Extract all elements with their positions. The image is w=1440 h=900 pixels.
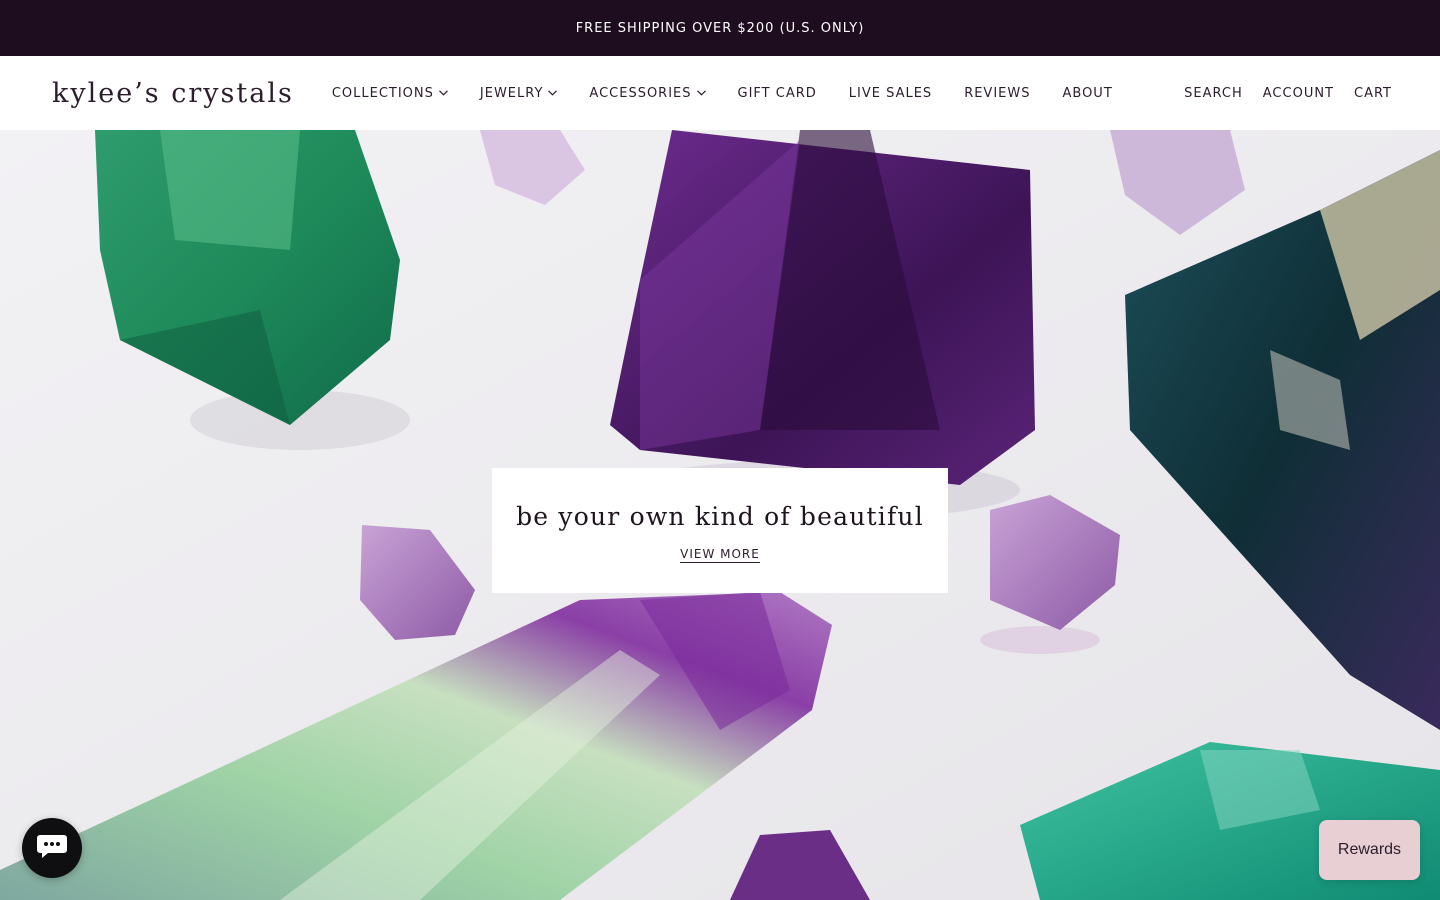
nav-item-label: JEWELRY bbox=[479, 85, 544, 101]
site-header: kylee’s crystals COLLECTIONS JEWELRY ACC… bbox=[0, 56, 1440, 130]
nav-item-label: COLLECTIONS bbox=[331, 85, 434, 101]
nav-item-label: LIVE SALES bbox=[848, 85, 933, 101]
nav-item-collections[interactable]: COLLECTIONS bbox=[332, 86, 448, 101]
chevron-down-icon bbox=[548, 90, 558, 96]
cart-link[interactable]: CART bbox=[1354, 86, 1392, 101]
nav-item-live-sales[interactable]: LIVE SALES bbox=[849, 86, 932, 101]
chevron-down-icon bbox=[696, 90, 706, 96]
hero-headline: be your own kind of beautiful bbox=[516, 502, 924, 531]
hero-caption-box: be your own kind of beautiful VIEW MORE bbox=[492, 468, 948, 593]
site-logo[interactable]: kylee’s crystals bbox=[52, 78, 294, 109]
chevron-down-icon bbox=[438, 90, 448, 96]
nav-item-label: GIFT CARD bbox=[737, 85, 817, 101]
chat-bubble-icon bbox=[36, 832, 68, 864]
hero-banner: be your own kind of beautiful VIEW MORE bbox=[0, 130, 1440, 900]
announcement-text: FREE SHIPPING OVER $200 (U.S. ONLY) bbox=[575, 20, 865, 36]
nav-item-about[interactable]: ABOUT bbox=[1062, 86, 1112, 101]
nav-item-gift-card[interactable]: GIFT CARD bbox=[738, 86, 817, 101]
nav-item-accessories[interactable]: ACCESSORIES bbox=[589, 85, 706, 101]
nav-item-label: ACCESSORIES bbox=[589, 85, 692, 101]
main-nav: COLLECTIONS JEWELRY ACCESSORIES GIFT CAR… bbox=[332, 86, 1145, 101]
search-link[interactable]: SEARCH bbox=[1184, 86, 1243, 101]
nav-item-label: ABOUT bbox=[1062, 85, 1113, 101]
view-more-link[interactable]: VIEW MORE bbox=[680, 547, 760, 563]
rewards-button[interactable]: Rewards bbox=[1319, 820, 1420, 880]
nav-item-reviews[interactable]: REVIEWS bbox=[964, 86, 1030, 101]
header-utilities: SEARCH ACCOUNT CART bbox=[1164, 86, 1392, 101]
nav-item-jewelry[interactable]: JEWELRY bbox=[480, 86, 558, 101]
chat-button[interactable] bbox=[22, 818, 82, 878]
announcement-bar: FREE SHIPPING OVER $200 (U.S. ONLY) bbox=[0, 0, 1440, 56]
account-link[interactable]: ACCOUNT bbox=[1263, 86, 1334, 101]
nav-item-label: REVIEWS bbox=[964, 85, 1031, 101]
